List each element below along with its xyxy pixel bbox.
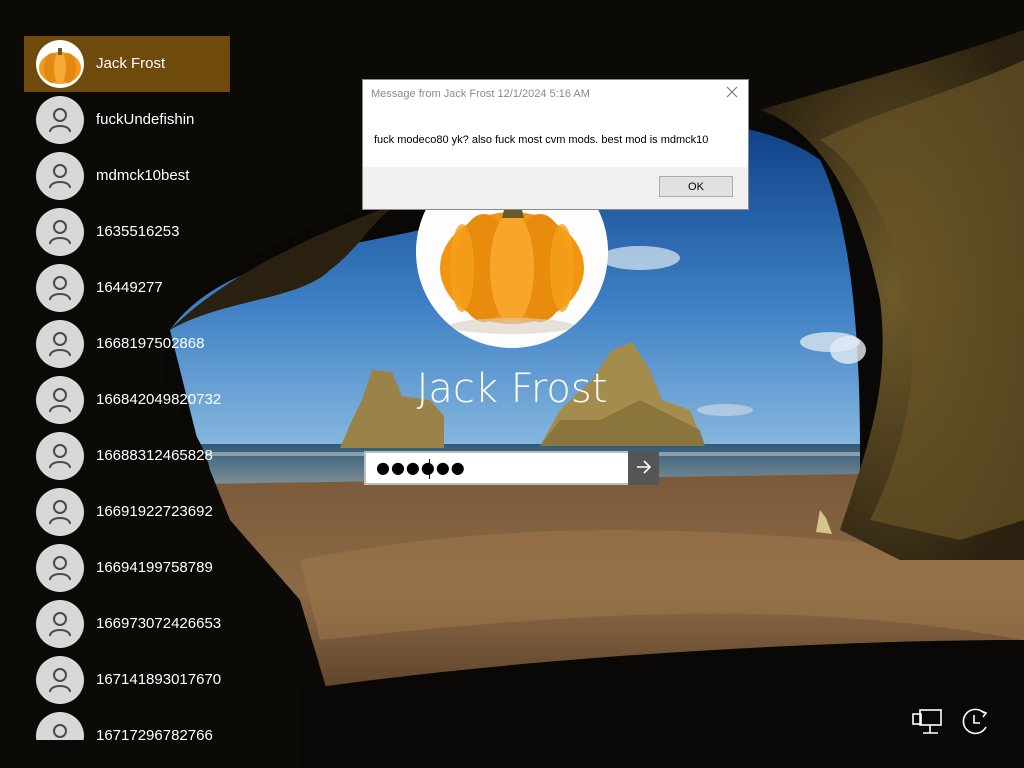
user-name: 16449277: [96, 279, 163, 296]
default-user-icon: [36, 712, 84, 740]
arrow-right-icon: [636, 459, 652, 478]
password-mask: ●●●●●●: [376, 458, 466, 477]
default-user-icon: [36, 208, 84, 256]
password-input[interactable]: ●●●●●●: [364, 451, 630, 485]
default-user-icon: [36, 264, 84, 312]
user-item[interactable]: 16449277: [24, 260, 230, 316]
default-user-icon: [36, 432, 84, 480]
default-user-icon: [36, 544, 84, 592]
user-name: 16694199758789: [96, 559, 213, 576]
user-item[interactable]: mdmck10best: [24, 148, 230, 204]
default-user-icon: [36, 320, 84, 368]
user-item[interactable]: 16717296782766: [24, 708, 230, 740]
user-name: mdmck10best: [96, 167, 190, 184]
submit-button[interactable]: [628, 451, 659, 485]
user-item[interactable]: 1668197502868: [24, 316, 230, 372]
user-name: 16717296782766: [96, 727, 213, 740]
default-user-icon: [36, 96, 84, 144]
close-button[interactable]: [722, 84, 742, 104]
network-icon[interactable]: [910, 707, 944, 737]
user-item[interactable]: 1635516253: [24, 204, 230, 260]
default-user-icon: [36, 152, 84, 200]
user-item[interactable]: 16688312465828: [24, 428, 230, 484]
user-list: Jack Frost fuckUndefishin mdmck10best 16…: [24, 36, 230, 740]
user-item[interactable]: 167141893017670: [24, 652, 230, 708]
default-user-icon: [36, 600, 84, 648]
dialog-title: Message from Jack Frost 12/1/2024 5:16 A…: [371, 88, 590, 100]
dialog-message: fuck modeco80 yk? also fuck most cvm mod…: [374, 134, 709, 146]
user-item[interactable]: fuckUndefishin: [24, 92, 230, 148]
user-name: 16691922723692: [96, 503, 213, 520]
user-name: fuckUndefishin: [96, 111, 195, 128]
user-name: 1635516253: [96, 223, 180, 240]
user-item[interactable]: 166842049820732: [24, 372, 230, 428]
user-name: 16688312465828: [96, 447, 213, 464]
pumpkin-avatar: [36, 40, 84, 88]
user-name: 166842049820732: [96, 391, 222, 408]
user-name: Jack Frost: [96, 55, 166, 72]
default-user-icon: [36, 656, 84, 704]
text-caret: [429, 459, 430, 479]
user-name: 1668197502868: [96, 335, 205, 352]
default-user-icon: [36, 488, 84, 536]
default-user-icon: [36, 376, 84, 424]
user-name: 167141893017670: [96, 671, 222, 688]
user-item[interactable]: 166973072426653: [24, 596, 230, 652]
user-item-jack-frost[interactable]: Jack Frost: [24, 36, 230, 92]
password-box: ●●●●●●: [364, 451, 659, 485]
user-item[interactable]: 16694199758789: [24, 540, 230, 596]
user-item[interactable]: 16691922723692: [24, 484, 230, 540]
ease-of-access-icon[interactable]: [958, 705, 992, 735]
close-icon: [726, 85, 738, 103]
ok-button[interactable]: OK: [659, 176, 733, 197]
dialog-footer: OK: [363, 167, 748, 209]
signin-user-name: Jack Frost: [416, 366, 608, 412]
user-name: 166973072426653: [96, 615, 222, 632]
message-dialog: Message from Jack Frost 12/1/2024 5:16 A…: [362, 79, 749, 210]
